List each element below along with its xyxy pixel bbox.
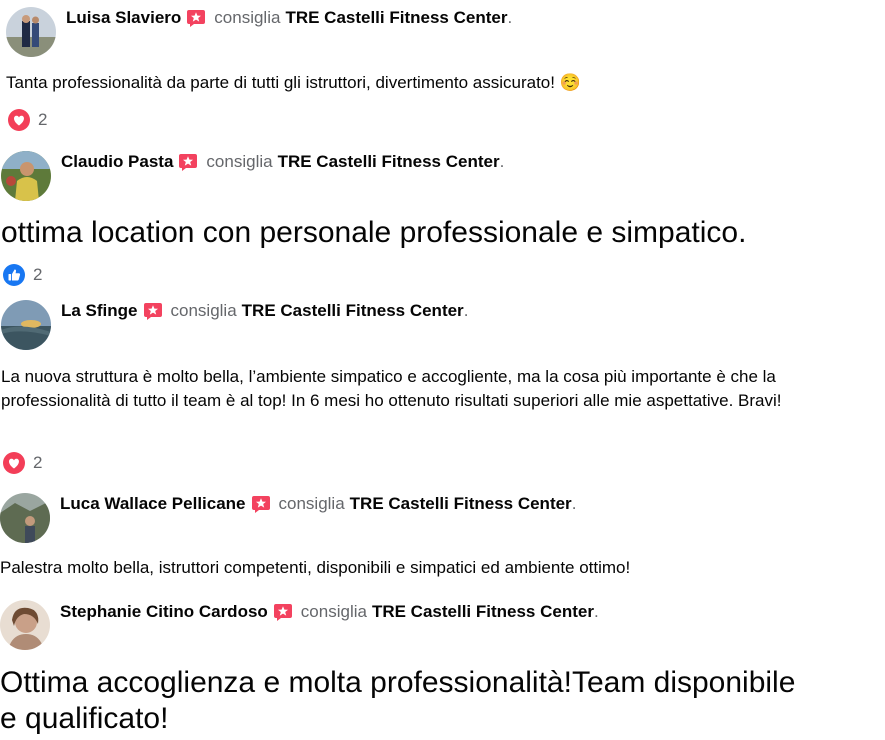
reviewer-name[interactable]: Stephanie Citino Cardoso — [60, 602, 268, 622]
review-text: Ottima accoglienza e molta professionali… — [0, 666, 796, 735]
page-name-link[interactable]: TRE Castelli Fitness Center — [350, 494, 572, 514]
period: . — [571, 494, 577, 513]
review-text: Tanta professionalità da parte di tutti … — [6, 73, 581, 92]
review-text: ottima location con personale profession… — [1, 216, 747, 249]
page-name-link[interactable]: TRE Castelli Fitness Center — [372, 602, 594, 622]
recommends-text: consiglia — [278, 494, 345, 513]
recommendation-badge-icon — [273, 602, 293, 622]
recommends-text: consiglia — [300, 602, 367, 621]
avatar[interactable] — [1, 300, 51, 350]
review-text: Palestra molto bella, istruttori compete… — [0, 558, 631, 577]
reactions[interactable]: 2 — [3, 264, 42, 286]
recommendation-badge-icon — [143, 301, 163, 321]
heart-icon — [3, 452, 25, 474]
like-icon — [3, 264, 25, 286]
reactions[interactable]: 2 — [3, 452, 42, 474]
avatar[interactable] — [6, 7, 56, 57]
avatar[interactable] — [0, 493, 50, 543]
reviewer-name[interactable]: La Sfinge — [61, 301, 138, 321]
heart-icon — [8, 109, 30, 131]
period: . — [593, 602, 599, 621]
review-text: La nuova struttura è molto bella, l’ambi… — [1, 367, 782, 410]
period: . — [463, 301, 469, 320]
reviewer-name[interactable]: Luca Wallace Pellicane — [60, 494, 246, 514]
reaction-count: 2 — [38, 110, 48, 129]
reaction-count: 2 — [33, 453, 43, 472]
reactions[interactable]: 2 — [8, 109, 47, 131]
period: . — [499, 152, 505, 171]
reviewer-name[interactable]: Luisa Slaviero — [66, 8, 181, 28]
recommends-text: consiglia — [206, 152, 273, 171]
reaction-count: 2 — [33, 265, 43, 284]
period: . — [507, 8, 513, 27]
recommendation-badge-icon — [186, 8, 206, 28]
recommendation-badge-icon — [178, 152, 198, 172]
page-name-link[interactable]: TRE Castelli Fitness Center — [242, 301, 464, 321]
recommends-text: consiglia — [170, 301, 237, 320]
avatar[interactable] — [1, 151, 51, 201]
recommends-text: consiglia — [214, 8, 281, 27]
page-name-link[interactable]: TRE Castelli Fitness Center — [285, 8, 507, 28]
avatar[interactable] — [0, 600, 50, 650]
reviewer-name[interactable]: Claudio Pasta — [61, 152, 173, 172]
recommendation-badge-icon — [251, 494, 271, 514]
page-name-link[interactable]: TRE Castelli Fitness Center — [278, 152, 500, 172]
